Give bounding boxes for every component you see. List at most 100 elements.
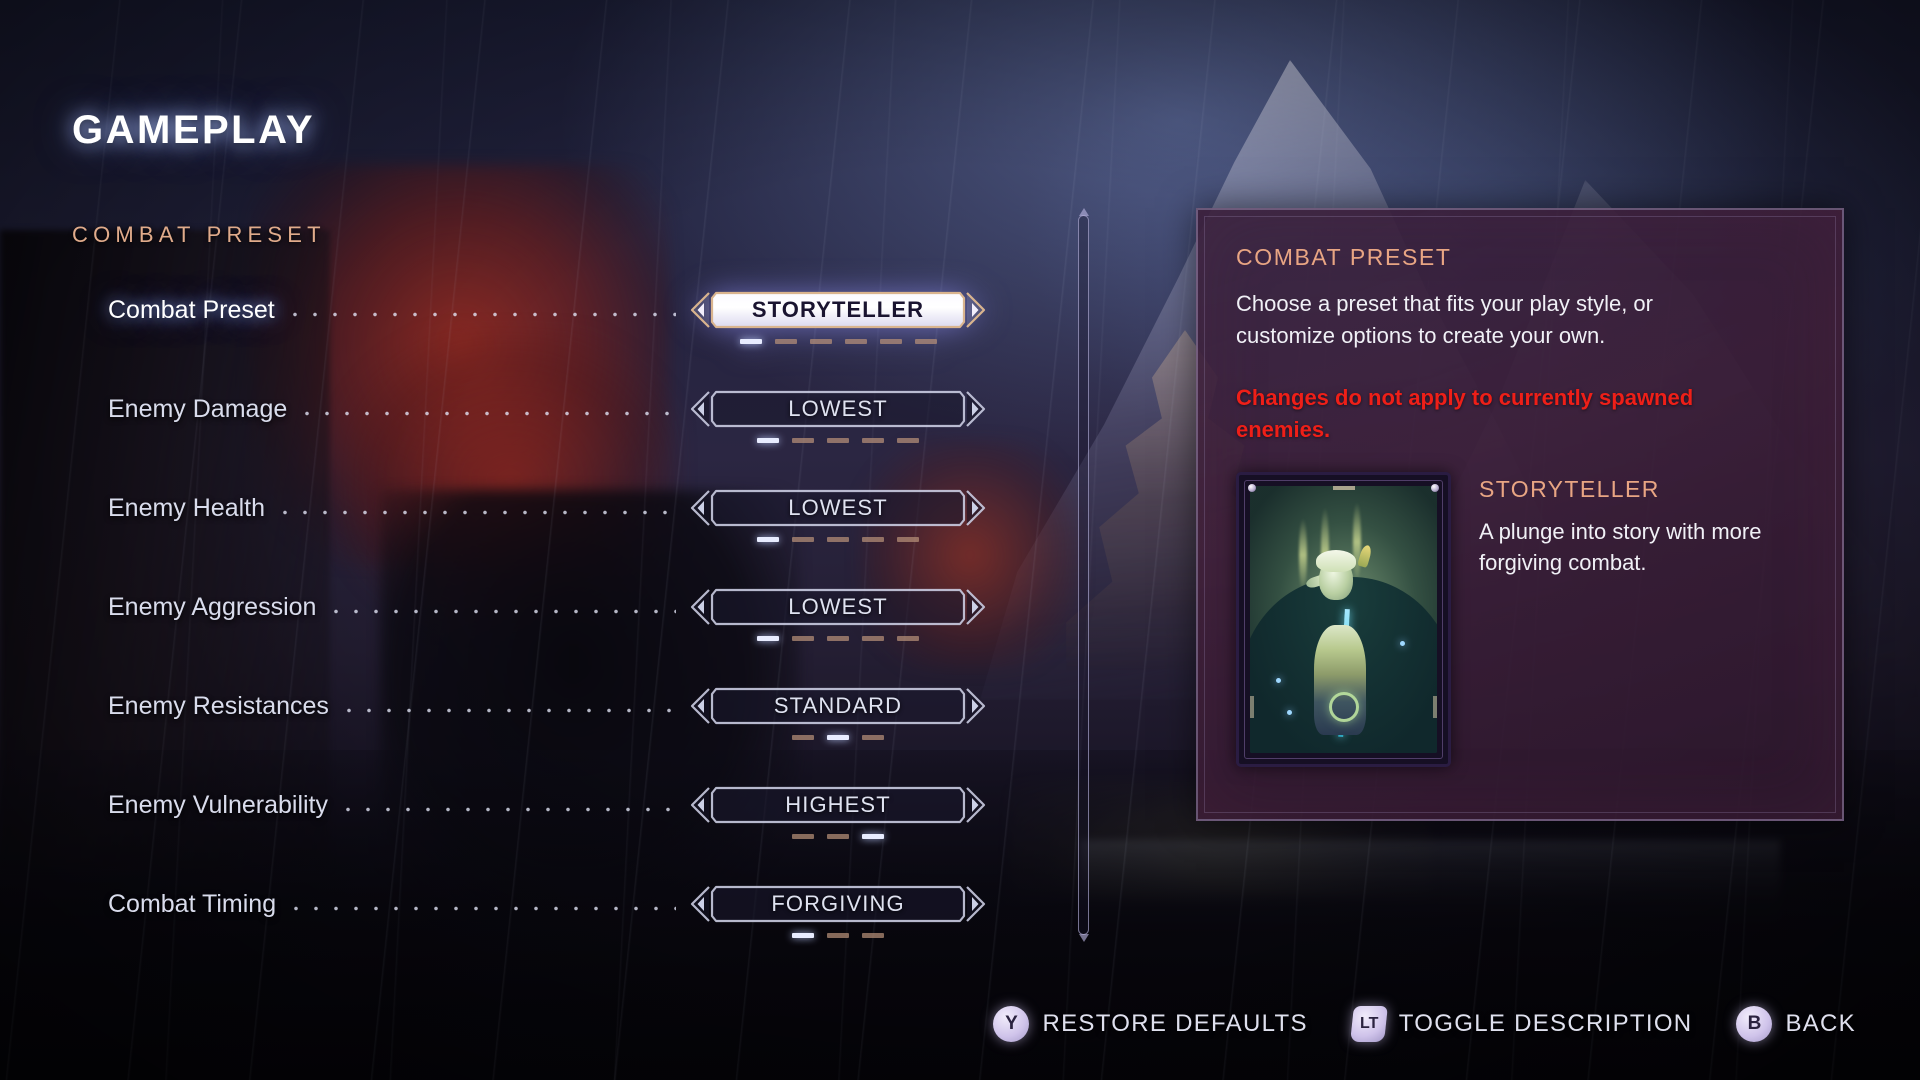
chevron-left-icon[interactable] bbox=[688, 786, 711, 824]
setting-label: Combat Preset bbox=[108, 296, 275, 324]
setting-value-text: LOWEST bbox=[788, 396, 888, 421]
chevron-right-icon[interactable] bbox=[965, 786, 988, 824]
setting-row-enemy-vulnerability[interactable]: Enemy Vulnerability HIGHEST bbox=[108, 783, 988, 882]
character-hair bbox=[1316, 550, 1357, 573]
preset-card-image bbox=[1236, 472, 1451, 767]
value-step-indicator bbox=[688, 834, 988, 839]
card-side-pip-right bbox=[1433, 696, 1437, 718]
step-tick bbox=[862, 933, 884, 938]
step-tick bbox=[897, 636, 919, 641]
footer-hint-toggle-description[interactable]: LT TOGGLE DESCRIPTION bbox=[1349, 1006, 1693, 1042]
card-top-pip bbox=[1332, 486, 1355, 490]
setting-value-pill[interactable]: FORGIVING bbox=[710, 885, 966, 923]
chevron-right-icon[interactable] bbox=[965, 885, 988, 923]
step-tick bbox=[757, 636, 779, 641]
magic-wisp-icon bbox=[1352, 502, 1361, 583]
step-tick bbox=[862, 537, 884, 542]
chevron-right-icon[interactable] bbox=[965, 489, 988, 527]
footer-hint-label: TOGGLE DESCRIPTION bbox=[1398, 1010, 1693, 1037]
setting-row-enemy-damage[interactable]: Enemy Damage LOWEST bbox=[108, 387, 988, 486]
setting-value-pill[interactable]: LOWEST bbox=[710, 489, 966, 527]
value-step-indicator bbox=[688, 339, 988, 344]
button-glyph-label: Y bbox=[1005, 1013, 1018, 1034]
setting-row-enemy-resistances[interactable]: Enemy Resistances STANDARD bbox=[108, 684, 988, 783]
step-tick bbox=[827, 537, 849, 542]
setting-selector[interactable]: HIGHEST bbox=[688, 783, 988, 839]
setting-value-pill[interactable]: LOWEST bbox=[710, 390, 966, 428]
button-glyph-y-icon: Y bbox=[993, 1006, 1030, 1042]
card-rivet-top-left bbox=[1248, 484, 1256, 492]
footer-hint-back[interactable]: B BACK bbox=[1736, 1006, 1856, 1042]
button-glyph-label: B bbox=[1747, 1013, 1762, 1034]
step-tick bbox=[827, 933, 849, 938]
setting-label: Enemy Vulnerability bbox=[108, 791, 329, 819]
step-tick bbox=[792, 735, 814, 740]
chevron-left-icon[interactable] bbox=[688, 390, 711, 428]
chevron-right-icon[interactable] bbox=[965, 291, 988, 329]
leader-dots bbox=[284, 312, 676, 317]
chevron-left-icon[interactable] bbox=[688, 687, 711, 725]
value-step-indicator bbox=[688, 933, 988, 938]
setting-selector[interactable]: STORYTELLER bbox=[688, 288, 988, 344]
footer-hint-restore-defaults[interactable]: Y RESTORE DEFAULTS bbox=[993, 1006, 1307, 1042]
card-rivet-top-right bbox=[1431, 484, 1439, 492]
setting-value-text: STORYTELLER bbox=[751, 297, 925, 322]
button-glyph-label: LT bbox=[1359, 1015, 1378, 1032]
description-panel: COMBAT PRESET Choose a preset that fits … bbox=[1196, 208, 1844, 821]
setting-value-text: STANDARD bbox=[773, 693, 903, 718]
setting-selector[interactable]: STANDARD bbox=[688, 684, 988, 740]
step-tick bbox=[844, 339, 867, 344]
value-step-indicator bbox=[688, 636, 988, 641]
preset-name: STORYTELLER bbox=[1479, 476, 1660, 502]
setting-label: Enemy Health bbox=[108, 494, 266, 522]
step-tick bbox=[739, 339, 762, 344]
vertical-scrollbar[interactable] bbox=[1078, 215, 1089, 935]
step-tick bbox=[862, 834, 884, 839]
step-tick bbox=[897, 438, 919, 443]
step-tick bbox=[757, 537, 779, 542]
chevron-left-icon[interactable] bbox=[688, 489, 711, 527]
setting-selector[interactable]: LOWEST bbox=[688, 486, 988, 542]
chevron-left-icon[interactable] bbox=[688, 588, 711, 626]
chevron-right-icon[interactable] bbox=[965, 588, 988, 626]
preset-description: A plunge into story with more forgiving … bbox=[1479, 519, 1762, 575]
setting-value-pill[interactable]: STANDARD bbox=[710, 687, 966, 725]
step-tick bbox=[827, 636, 849, 641]
step-tick bbox=[897, 537, 919, 542]
setting-value-pill[interactable]: LOWEST bbox=[710, 588, 966, 626]
step-tick bbox=[792, 537, 814, 542]
description-body: Choose a preset that fits your play styl… bbox=[1236, 291, 1653, 348]
setting-row-enemy-aggression[interactable]: Enemy Aggression LOWEST bbox=[108, 585, 988, 684]
setting-value-text: HIGHEST bbox=[785, 792, 891, 817]
chevron-right-icon[interactable] bbox=[965, 390, 988, 428]
sparkle-icon bbox=[1399, 640, 1405, 646]
setting-row-combat-preset[interactable]: Combat Preset STORYTELLER bbox=[108, 288, 988, 387]
setting-value-pill[interactable]: HIGHEST bbox=[710, 786, 966, 824]
setting-label: Enemy Damage bbox=[108, 395, 288, 423]
setting-row-combat-timing[interactable]: Combat Timing FORGIVING bbox=[108, 882, 988, 981]
setting-selector[interactable]: LOWEST bbox=[688, 387, 988, 443]
setting-value-pill[interactable]: STORYTELLER bbox=[710, 291, 966, 329]
step-tick bbox=[862, 735, 884, 740]
step-tick bbox=[792, 834, 814, 839]
step-tick bbox=[879, 339, 902, 344]
button-glyph-b-icon: B bbox=[1736, 1006, 1773, 1042]
setting-row-enemy-health[interactable]: Enemy Health LOWEST bbox=[108, 486, 988, 585]
footer-hint-label: BACK bbox=[1785, 1010, 1856, 1037]
leader-dots bbox=[297, 411, 676, 416]
setting-selector[interactable]: FORGIVING bbox=[688, 882, 988, 938]
magic-wisp-icon bbox=[1298, 518, 1307, 593]
value-step-indicator bbox=[688, 735, 988, 740]
chevron-right-icon[interactable] bbox=[965, 687, 988, 725]
leader-dots bbox=[275, 510, 676, 515]
step-tick bbox=[757, 438, 779, 443]
step-tick bbox=[792, 636, 814, 641]
setting-label: Combat Timing bbox=[108, 890, 277, 918]
chevron-left-icon[interactable] bbox=[688, 291, 711, 329]
step-tick bbox=[792, 933, 814, 938]
chevron-left-icon[interactable] bbox=[688, 885, 711, 923]
step-tick bbox=[809, 339, 832, 344]
step-tick bbox=[862, 438, 884, 443]
setting-value-text: LOWEST bbox=[788, 495, 888, 520]
setting-selector[interactable]: LOWEST bbox=[688, 585, 988, 641]
